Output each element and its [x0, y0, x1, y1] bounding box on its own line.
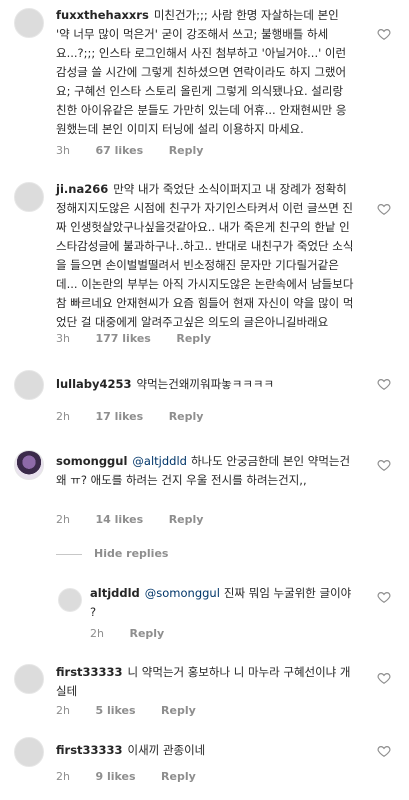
comment-likes[interactable]: 14 likes	[95, 513, 143, 526]
comment-time: 2h	[56, 770, 70, 783]
comment-likes[interactable]: 177 likes	[95, 332, 150, 345]
comment-text-block: first33333 니 약먹는거 홍보하나 니 마누라 구혜선이냐 개실테	[56, 663, 356, 701]
comment-text-block: fuxxthehaxxrs 미친건가;;; 사람 한명 자살하는데 본인 '약 너…	[56, 6, 356, 139]
comment-meta: 2h Reply	[90, 627, 186, 640]
comment-time: 3h	[56, 332, 70, 345]
avatar[interactable]	[14, 182, 44, 212]
comment-likes[interactable]: 9 likes	[95, 770, 135, 783]
heart-icon[interactable]	[377, 202, 391, 216]
comment-username[interactable]: first33333	[56, 665, 123, 679]
comment-likes[interactable]: 67 likes	[95, 144, 143, 157]
reply-button[interactable]: Reply	[169, 513, 204, 526]
heart-icon[interactable]	[377, 744, 391, 758]
heart-icon[interactable]	[377, 671, 391, 685]
comment-body: 미친건가;;; 사람 한명 자살하는데 본인 '약 너무 많이 먹은거' 굳이 …	[56, 8, 347, 136]
comment-meta: 2h 17 likes Reply	[56, 410, 225, 423]
avatar[interactable]	[14, 450, 44, 480]
heart-icon[interactable]	[377, 27, 391, 41]
avatar[interactable]	[14, 737, 44, 767]
divider	[56, 553, 82, 555]
comment-username[interactable]: ji.na266	[56, 182, 108, 196]
reply-button[interactable]: Reply	[169, 144, 204, 157]
comment-text-block: ji.na266 만약 내가 죽었단 소식이퍼지고 내 장례가 정확히 정해지지도…	[56, 180, 356, 332]
comment-text-block: altjddld @somonggul 진짜 뭐임 누굴위한 글이야 ?	[90, 584, 360, 622]
avatar[interactable]	[58, 588, 82, 612]
hide-replies-button[interactable]: Hide replies	[56, 547, 168, 560]
comment-username[interactable]: first33333	[56, 743, 123, 757]
comment-body: 약먹는건왜끼워파놓ㅋㅋㅋㅋ	[136, 377, 275, 391]
hide-replies-label: Hide replies	[94, 547, 169, 560]
reply-button[interactable]: Reply	[161, 770, 196, 783]
mention-link[interactable]: @altjddld	[132, 454, 187, 468]
comment-text-block: somonggul @altjddld 하나도 안궁금한데 본인 약먹는건 왜 ㅠ?…	[56, 452, 356, 490]
comment-time: 2h	[56, 410, 70, 423]
comment-time: 2h	[56, 704, 70, 717]
comment-time: 2h	[90, 627, 104, 640]
comment-username[interactable]: altjddld	[90, 586, 140, 600]
mention-link[interactable]: @somonggul	[145, 586, 220, 600]
comment-meta: 3h 177 likes Reply	[56, 332, 233, 345]
comment-text-block: lullaby4253 약먹는건왜끼워파놓ㅋㅋㅋㅋ	[56, 375, 356, 394]
comment-likes[interactable]: 5 likes	[95, 704, 135, 717]
avatar[interactable]	[14, 8, 44, 38]
heart-icon[interactable]	[377, 458, 391, 472]
reply-button[interactable]: Reply	[169, 410, 204, 423]
heart-icon[interactable]	[377, 377, 391, 391]
comment-username[interactable]: somonggul	[56, 454, 127, 468]
comment-time: 2h	[56, 513, 70, 526]
comment-username[interactable]: lullaby4253	[56, 377, 132, 391]
comment-text-block: first33333 이새끼 관종이네	[56, 741, 356, 760]
reply-button[interactable]: Reply	[161, 704, 196, 717]
comment-meta: 3h 67 likes Reply	[56, 144, 225, 157]
heart-icon[interactable]	[377, 590, 391, 604]
comment-username[interactable]: fuxxthehaxxrs	[56, 8, 149, 22]
comment-meta: 2h 9 likes Reply	[56, 770, 218, 783]
comment-meta: 2h 14 likes Reply	[56, 513, 225, 526]
avatar[interactable]	[14, 370, 44, 400]
comment-meta: 2h 5 likes Reply	[56, 704, 218, 717]
avatar[interactable]	[14, 664, 44, 694]
comment-body: 이새끼 관종이네	[127, 743, 206, 757]
comment-likes[interactable]: 17 likes	[95, 410, 143, 423]
comment-body: 만약 내가 죽었단 소식이퍼지고 내 장례가 정확히 정해지지도않은 시점에 친…	[56, 182, 354, 329]
reply-button[interactable]: Reply	[176, 332, 211, 345]
comment-time: 3h	[56, 144, 70, 157]
reply-button[interactable]: Reply	[129, 627, 164, 640]
